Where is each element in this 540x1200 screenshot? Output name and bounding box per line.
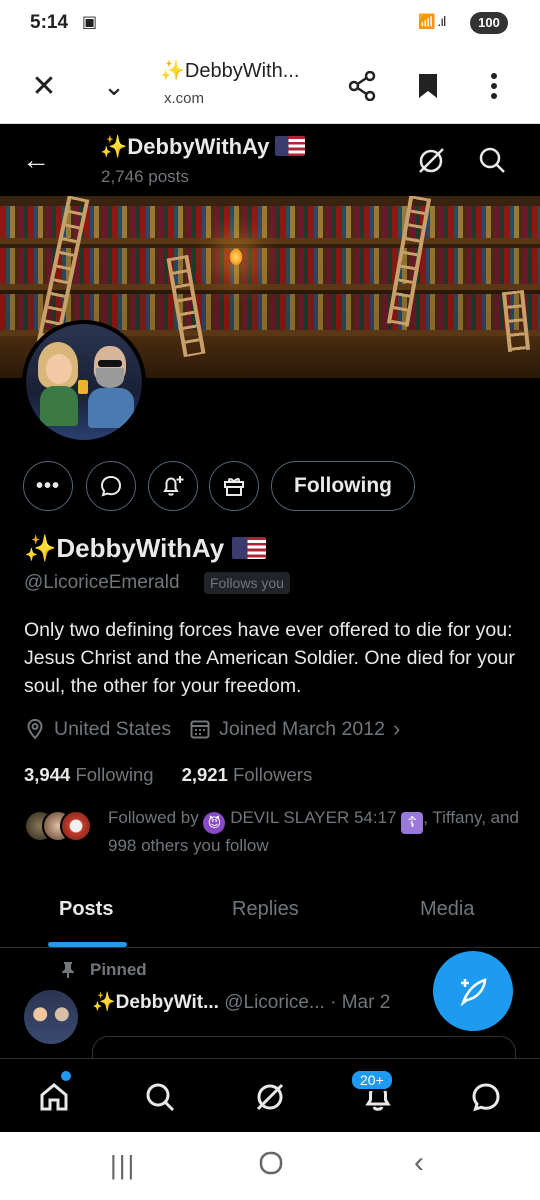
chat-bubble-icon <box>100 475 122 497</box>
devil-emoji-icon: 😈 <box>203 812 226 834</box>
bell-plus-icon <box>163 476 184 496</box>
bottom-navigation: 20+ <box>0 1058 540 1132</box>
post-author-handle: @Licorice... <box>224 992 325 1013</box>
profile-display-name: ✨DebbyWithAy <box>24 533 267 564</box>
home-circle-icon[interactable] <box>258 1150 284 1183</box>
browser-url: x.com <box>164 90 205 107</box>
profile-avatar[interactable] <box>22 320 146 444</box>
sparkle-icon: ✨ <box>100 134 128 159</box>
system-navigation-bar: ||| ‹ <box>0 1132 540 1200</box>
profile-header-bar: ← ✨DebbyWithAy 2,746 posts <box>0 124 540 196</box>
joined-date-link[interactable]: Joined March 2012 › <box>189 716 400 742</box>
compose-post-button[interactable] <box>433 951 513 1031</box>
share-icon[interactable] <box>340 64 384 108</box>
battery-badge: 100 <box>470 12 508 34</box>
more-options-button[interactable]: ••• <box>23 461 73 511</box>
chevron-down-icon[interactable]: ⌄ <box>92 64 136 108</box>
following-count-link[interactable]: 3,944 Following <box>24 764 154 786</box>
more-vert-icon[interactable] <box>472 64 516 108</box>
recent-apps-icon[interactable]: ||| <box>110 1150 136 1181</box>
chevron-right-icon: › <box>392 716 401 741</box>
pinned-indicator: Pinned <box>60 960 147 980</box>
post-header: ✨DebbyWit... @Licorice... · Mar 2 <box>92 990 390 1014</box>
follower-avatar <box>60 810 92 842</box>
post-author-avatar[interactable] <box>24 990 78 1044</box>
tab-media[interactable]: Media <box>420 898 474 921</box>
profile-bio: Only two defining forces have ever offer… <box>24 619 516 697</box>
signal-icon: 📶 .ıl <box>418 13 446 29</box>
profile-meta: United States Joined March 2012 › <box>24 716 418 742</box>
more-horizontal-icon: ••• <box>35 474 60 497</box>
profile-joined: Joined March 2012 <box>219 717 385 740</box>
sparkle-icon: ✨ <box>24 533 57 563</box>
profile-tabs: Posts Replies Media <box>0 880 540 948</box>
message-button[interactable] <box>86 461 136 511</box>
bookmark-icon[interactable] <box>406 64 450 108</box>
us-flag-icon <box>232 537 267 559</box>
pin-icon <box>62 962 74 978</box>
gift-icon <box>224 477 244 496</box>
compose-feather-icon <box>460 978 487 1007</box>
header-posts-count: 2,746 posts <box>101 167 189 186</box>
tab-replies[interactable]: Replies <box>232 898 299 921</box>
profile-location: United States <box>54 717 172 740</box>
location-pin-icon <box>27 718 43 740</box>
messages-icon[interactable] <box>464 1075 508 1119</box>
post-date: · Mar 2 <box>330 992 391 1013</box>
home-notification-dot <box>61 1071 71 1081</box>
post-author-name[interactable]: DebbyWit... <box>116 992 219 1013</box>
status-time: 5:14 <box>30 12 69 33</box>
profile-handle: @LicoriceEmerald <box>24 572 180 593</box>
us-flag-icon <box>275 136 306 156</box>
notifications-badge: 20+ <box>350 1069 394 1091</box>
search-icon[interactable] <box>478 146 506 179</box>
header-name: ✨DebbyWithAy <box>100 134 306 160</box>
grok-icon[interactable] <box>416 146 446 181</box>
screenshot-icon: ▣ <box>82 14 98 31</box>
tab-posts[interactable]: Posts <box>59 898 113 921</box>
search-nav-icon[interactable] <box>138 1075 182 1119</box>
follows-you-badge: Follows you <box>204 572 290 594</box>
pinned-label: Pinned <box>90 960 147 979</box>
followed-by-text: Followed by 😈 DEVIL SLAYER 54:17 ☦, Tiff… <box>108 808 520 855</box>
browser-toolbar: ✕ ⌄ ✨DebbyWith... x.com <box>0 46 540 124</box>
followers-count-link[interactable]: 2,921 Followers <box>182 764 313 786</box>
active-tab-indicator <box>48 942 127 947</box>
status-bar: 5:14 ▣ 📶 .ıl 100 <box>0 0 540 46</box>
home-icon[interactable] <box>32 1075 76 1119</box>
sparkle-icon: ✨ <box>92 992 116 1013</box>
browser-page-title: ✨DebbyWith... <box>160 60 300 82</box>
cross-emoji-icon: ☦ <box>401 812 424 834</box>
notify-button[interactable] <box>148 461 198 511</box>
back-nav-icon[interactable]: ‹ <box>414 1146 424 1180</box>
close-icon[interactable]: ✕ <box>22 64 66 108</box>
grok-nav-icon[interactable] <box>248 1075 292 1119</box>
following-button[interactable]: Following <box>271 461 415 511</box>
gift-button[interactable] <box>209 461 259 511</box>
calendar-icon <box>190 720 210 739</box>
back-arrow-icon[interactable]: ← <box>22 144 50 176</box>
profile-stats: 3,944 Following 2,921 Followers <box>24 764 340 786</box>
